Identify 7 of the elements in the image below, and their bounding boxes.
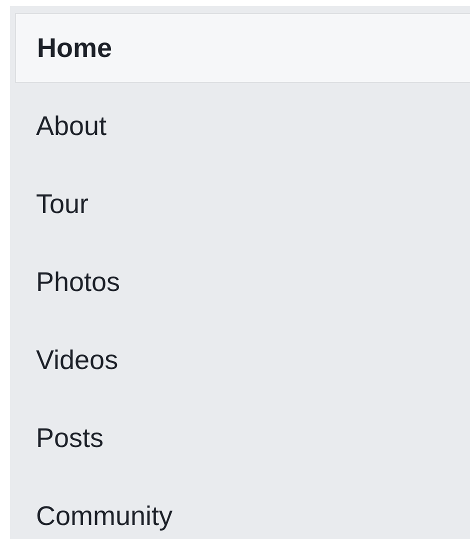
sidebar-item[interactable]: Photos bbox=[15, 243, 470, 321]
sidebar-item[interactable]: Community bbox=[15, 477, 470, 539]
sidebar-item[interactable]: About bbox=[15, 87, 470, 165]
sidebar-item[interactable]: Posts bbox=[15, 399, 470, 477]
sidebar-item[interactable]: Videos bbox=[15, 321, 470, 399]
sidebar-item[interactable]: Home bbox=[15, 13, 470, 83]
sidebar-item[interactable]: Tour bbox=[15, 165, 470, 243]
